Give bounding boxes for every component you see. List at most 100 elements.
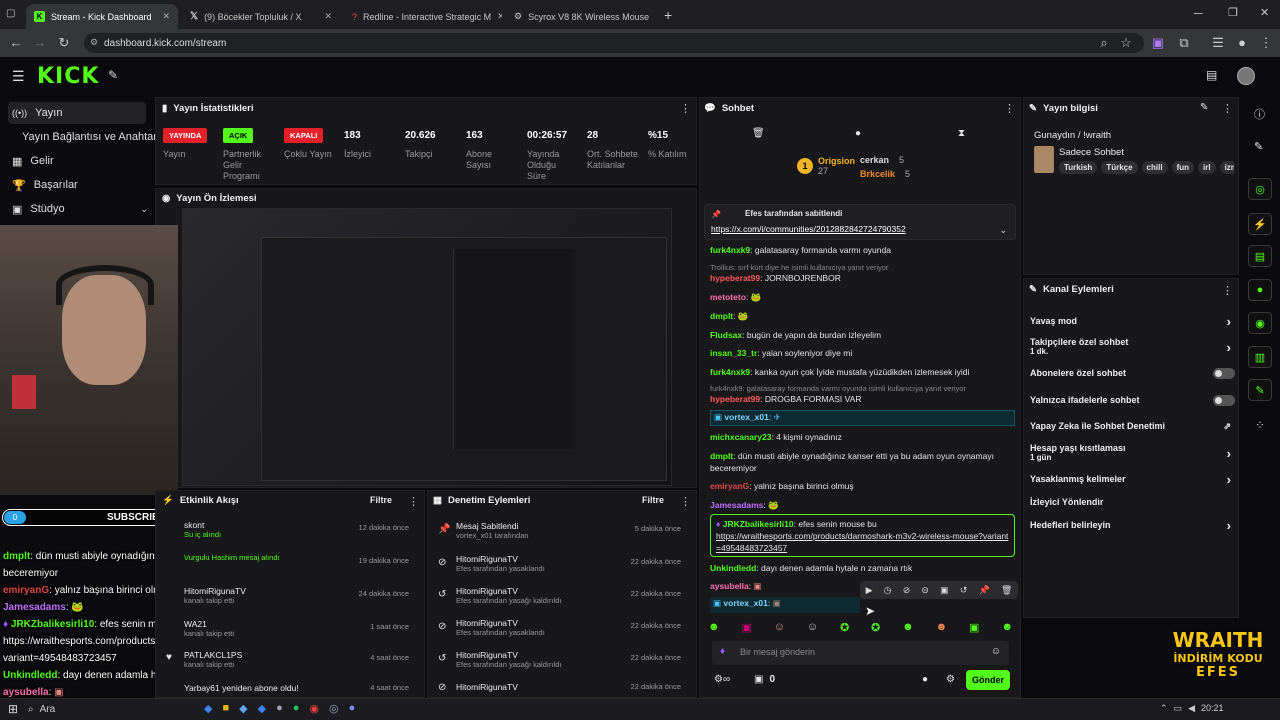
taskbar-search[interactable]: ⌕ Ara bbox=[28, 701, 198, 718]
app-icon[interactable]: ■ bbox=[222, 702, 229, 715]
minimize-button[interactable]: ─ bbox=[1194, 6, 1203, 20]
app-icon[interactable]: ◎ bbox=[329, 702, 339, 715]
site-info-icon[interactable]: ⚙ bbox=[90, 37, 98, 48]
app-icon[interactable]: ● bbox=[276, 702, 283, 715]
filter-button[interactable]: Filtre bbox=[642, 495, 664, 505]
chat-settings-icon[interactable]: ⚙∞ bbox=[714, 674, 730, 685]
more-tools-icon[interactable]: ⁘ bbox=[1255, 418, 1265, 432]
address-bar[interactable]: dashboard.kick.com/stream bbox=[84, 33, 1144, 53]
chrome-icon[interactable]: ◉ bbox=[309, 702, 319, 715]
emote-icon[interactable]: ☺ bbox=[774, 621, 785, 637]
rail-notes-button[interactable]: ▤ bbox=[1248, 245, 1272, 267]
close-icon[interactable]: ✕ bbox=[655, 11, 656, 22]
chat-options-icon[interactable]: ● bbox=[922, 674, 928, 685]
creator-mode-icon[interactable]: ▤ bbox=[1206, 68, 1217, 82]
hourglass-icon[interactable]: ⧗ bbox=[958, 128, 965, 139]
category-name[interactable]: Sadece Sohbet bbox=[1059, 147, 1124, 158]
subscribers-only-toggle[interactable] bbox=[1213, 368, 1235, 379]
trash-icon[interactable]: 🗑 bbox=[1001, 585, 1012, 596]
extensions-icon[interactable]: ⧉ bbox=[1176, 35, 1192, 51]
chat-input-box[interactable]: ♦ Bir mesaj gönderin ☺ bbox=[712, 641, 1009, 665]
action-followers-only[interactable]: Takipçilere özel sohbet 1 dk. › bbox=[1030, 337, 1235, 361]
ban-icon[interactable]: ⊝ bbox=[921, 585, 929, 596]
emote-icon[interactable]: ☻ bbox=[902, 621, 914, 637]
trash-icon[interactable]: 🗑 bbox=[752, 128, 765, 139]
emoji-picker-icon[interactable]: ☺ bbox=[991, 646, 1001, 657]
rail-tools-button[interactable]: ✎ bbox=[1248, 379, 1272, 401]
app-icon[interactable]: ◆ bbox=[258, 702, 266, 715]
extension-twitch-icon[interactable]: ▣ bbox=[1150, 35, 1166, 51]
sidebar-item-studyo[interactable]: ▣ Stüdyo ⌄ bbox=[8, 198, 148, 220]
settings-gear-icon[interactable]: ⚙ bbox=[946, 674, 955, 685]
clock[interactable]: 20:21 bbox=[1201, 703, 1224, 714]
emote-icon[interactable]: ▣ bbox=[741, 621, 751, 637]
emote-icon[interactable]: ☻ bbox=[1001, 621, 1013, 637]
chat-bubble-icon[interactable]: ● bbox=[855, 128, 861, 139]
close-icon[interactable]: ✕ bbox=[497, 11, 502, 22]
app-icon[interactable]: ◆ bbox=[204, 702, 212, 715]
undo-icon[interactable]: ↺ bbox=[960, 585, 968, 596]
play-icon[interactable]: ▶ bbox=[866, 585, 873, 596]
pinned-message[interactable]: 📌 Efes tarafından sabitlendi https://x.c… bbox=[704, 204, 1016, 240]
action-subscribers-only[interactable]: Abonelere özel sohbet bbox=[1030, 368, 1235, 382]
sidebar-item-basarilar[interactable]: 🏆 Başarılar bbox=[8, 174, 78, 196]
emote-icon[interactable]: ✪ bbox=[840, 621, 849, 637]
send-button[interactable]: Gönder bbox=[966, 670, 1010, 690]
zoom-icon[interactable]: ⌕ bbox=[1096, 35, 1112, 51]
rail-camera-button[interactable]: ◎ bbox=[1248, 178, 1272, 200]
tab-x[interactable]: 𝕏 (9) Böcekler Topluluk / X ✕ bbox=[182, 4, 340, 29]
tab-kick-dashboard[interactable]: K Stream - Kick Dashboard ✕ bbox=[26, 4, 178, 29]
rail-broadcast-button[interactable]: ◉ bbox=[1248, 312, 1272, 334]
spotify-icon[interactable]: ● bbox=[293, 702, 300, 715]
info-icon[interactable]: ⓘ bbox=[1254, 106, 1265, 122]
app-icon[interactable]: ◆ bbox=[239, 702, 247, 715]
sidebar-item-gelir[interactable]: ▦ Gelir bbox=[8, 150, 54, 172]
rail-lightning-button[interactable]: ⚡ bbox=[1248, 213, 1272, 235]
bookmark-star-icon[interactable]: ☆ bbox=[1118, 35, 1134, 51]
more-options-icon[interactable]: ⋮ bbox=[1004, 102, 1015, 115]
more-options-icon[interactable]: ⋮ bbox=[680, 495, 691, 508]
tab-scyrox[interactable]: ⚙ Scyrox V8 8K Wireless Mouse ✕ bbox=[506, 4, 656, 29]
edit-pencil-icon[interactable]: ✎ bbox=[1254, 140, 1263, 153]
emote-only-toggle[interactable] bbox=[1213, 395, 1235, 406]
tag[interactable]: Türkçe bbox=[1101, 161, 1138, 174]
sidebar-item-yayin[interactable]: ((•)) Yayın bbox=[8, 102, 146, 124]
hamburger-menu-icon[interactable]: ☰ bbox=[12, 68, 25, 85]
rail-chat-button[interactable]: ● bbox=[1248, 279, 1272, 301]
emote-icon[interactable]: ☺ bbox=[807, 621, 818, 637]
channel-points[interactable]: ▣ 0 bbox=[754, 674, 775, 685]
action-slow-mode[interactable]: Yavaş mod › bbox=[1030, 314, 1235, 330]
close-icon[interactable]: ✕ bbox=[162, 11, 170, 22]
filter-button[interactable]: Filtre bbox=[370, 495, 392, 505]
profile-icon[interactable]: ● bbox=[1234, 35, 1250, 51]
timeout-icon[interactable]: ◷ bbox=[884, 585, 892, 596]
action-ai-moderation[interactable]: Yapay Zeka ile Sohbet Denetimi ⇗ bbox=[1030, 421, 1235, 435]
reload-icon[interactable]: ↻ bbox=[56, 35, 72, 51]
tag[interactable]: fun bbox=[1171, 161, 1194, 174]
network-icon[interactable]: ▭ bbox=[1174, 703, 1183, 714]
close-window-button[interactable]: ✕ bbox=[1260, 6, 1269, 19]
tag[interactable]: Turkish bbox=[1059, 161, 1098, 174]
more-options-icon[interactable]: ⋮ bbox=[1222, 284, 1233, 297]
forward-icon[interactable]: → bbox=[32, 35, 48, 51]
action-goals[interactable]: Hedefleri belirleyin › bbox=[1030, 518, 1235, 534]
sidebar-item-stream-key[interactable]: Yayın Bağlantısı ve Anahtarı bbox=[8, 126, 160, 148]
pin-icon[interactable]: 📌 bbox=[979, 585, 990, 596]
action-banned-words[interactable]: Yasaklanmış kelimeler › bbox=[1030, 472, 1235, 488]
more-options-icon[interactable]: ⋮ bbox=[1222, 102, 1233, 115]
volume-icon[interactable]: ◀ bbox=[1188, 703, 1195, 714]
slash-icon[interactable]: ⊘ bbox=[903, 585, 911, 596]
pin-tool-icon[interactable]: ✎ bbox=[108, 68, 118, 82]
maximize-button[interactable]: ❐ bbox=[1228, 6, 1238, 19]
action-raid[interactable]: İzleyici Yönlendir bbox=[1030, 497, 1235, 511]
stream-video[interactable] bbox=[182, 208, 672, 486]
action-account-age[interactable]: Hesap yaşı kısıtlaması 1 gün › bbox=[1030, 443, 1235, 467]
close-icon[interactable]: ✕ bbox=[324, 11, 332, 22]
kick-logo[interactable]: KICK bbox=[37, 64, 99, 89]
action-emote-only[interactable]: Yalnızca ifadelerle sohbet bbox=[1030, 395, 1235, 409]
tray-arrow-icon[interactable]: ⌃ bbox=[1160, 703, 1168, 714]
chevron-down-icon[interactable]: ⌄ bbox=[999, 225, 1007, 236]
pinned-link[interactable]: https://x.com/i/communities/201288284272… bbox=[711, 224, 906, 234]
emote-icon[interactable]: ☻ bbox=[936, 621, 948, 637]
avatar[interactable] bbox=[1237, 67, 1255, 85]
